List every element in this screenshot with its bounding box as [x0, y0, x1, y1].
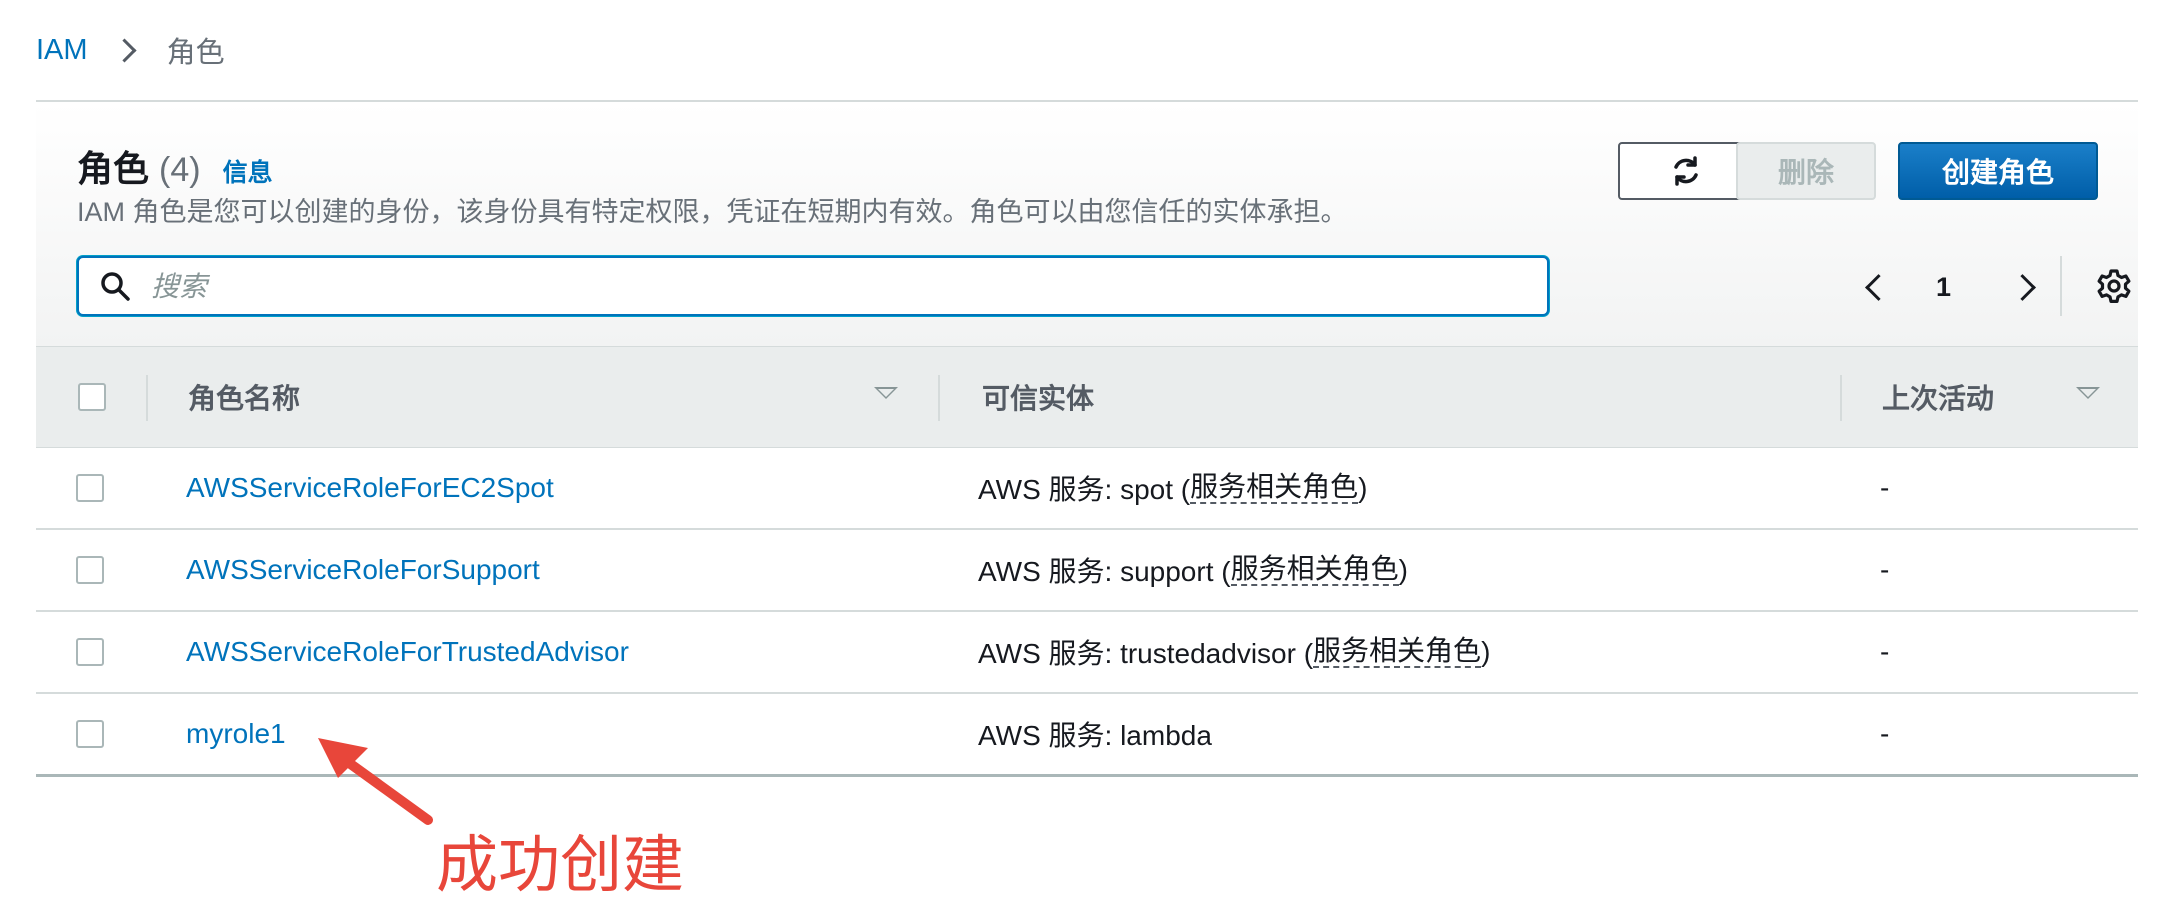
role-name-link[interactable]: myrole1 — [186, 718, 286, 750]
entity-text: AWS 服务: trustedadvisor ( — [978, 638, 1314, 669]
refresh-button[interactable] — [1618, 142, 1754, 200]
chevron-right-icon — [112, 37, 137, 63]
last-activity-cell: - — [1880, 472, 1890, 503]
panel-header: 角色 (4) 信息 IAM 角色是您可以创建的身份，该身份具有特定权限，凭证在短… — [36, 102, 2138, 346]
chevron-right-icon — [2008, 273, 2036, 301]
breadcrumb-iam-link[interactable]: IAM — [36, 34, 88, 67]
last-activity-cell: - — [1880, 636, 1890, 667]
entity-text: AWS 服务: support ( — [978, 556, 1231, 587]
column-header-last-activity[interactable]: 上次活动 — [1882, 347, 1994, 447]
delete-button[interactable]: 删除 — [1736, 142, 1876, 200]
role-name-cell: myrole1 — [186, 694, 286, 774]
breadcrumb-current: 角色 — [166, 37, 225, 69]
last-activity-cell: - — [1880, 718, 1890, 749]
trusted-entity-cell: AWS 服务: spot (服务相关角色) — [978, 448, 1367, 528]
settings-gear-icon[interactable] — [2096, 268, 2132, 304]
role-name-link[interactable]: AWSServiceRoleForEC2Spot — [186, 472, 554, 504]
row-checkbox[interactable] — [76, 638, 104, 666]
previous-page-button[interactable] — [1858, 270, 1898, 304]
select-all-checkbox[interactable] — [78, 383, 106, 411]
entity-text: AWS 服务: lambda — [978, 720, 1212, 751]
role-name-link[interactable]: AWSServiceRoleForSupport — [186, 554, 540, 586]
entity-suffix: ) — [1398, 554, 1408, 585]
table-header: 角色名称 可信实体 上次活动 — [36, 346, 2138, 449]
column-divider — [1840, 375, 1842, 421]
next-page-button[interactable] — [2002, 270, 2042, 304]
entity-text: AWS 服务: spot ( — [978, 474, 1191, 505]
entity-suffix: ) — [1481, 636, 1491, 667]
table-row: AWSServiceRoleForSupport AWS 服务: support… — [36, 530, 2138, 612]
roles-panel: 角色 (4) 信息 IAM 角色是您可以创建的身份，该身份具有特定权限，凭证在短… — [36, 100, 2138, 777]
column-header-trusted-entity: 可信实体 — [982, 383, 1095, 414]
pager-divider — [2060, 256, 2062, 316]
breadcrumb: IAM 角色 — [36, 28, 225, 72]
trusted-entity-cell: AWS 服务: trustedadvisor (服务相关角色) — [978, 612, 1490, 692]
info-link[interactable]: 信息 — [223, 153, 273, 189]
trusted-entity-cell: AWS 服务: lambda — [978, 694, 1212, 774]
current-page-number[interactable]: 1 — [1936, 272, 1951, 303]
last-activity-cell: - — [1880, 554, 1890, 585]
sort-caret-down-icon[interactable] — [2076, 387, 2100, 399]
search-input[interactable] — [149, 258, 1533, 316]
entity-suffix: ) — [1358, 472, 1368, 503]
service-linked-role-tag[interactable]: 服务相关角色 — [1190, 471, 1359, 505]
page-title: 角色 — [77, 148, 150, 189]
page-description: IAM 角色是您可以创建的身份，该身份具有特定权限，凭证在短期内有效。角色可以由… — [77, 197, 1348, 227]
row-checkbox[interactable] — [76, 474, 104, 502]
title-row: 角色 (4) 信息 — [77, 140, 273, 192]
role-name-cell: AWSServiceRoleForEC2Spot — [186, 448, 554, 528]
role-name-link[interactable]: AWSServiceRoleForTrustedAdvisor — [186, 636, 629, 668]
trusted-entity-cell: AWS 服务: support (服务相关角色) — [978, 530, 1408, 610]
sort-caret-down-icon[interactable] — [874, 387, 898, 399]
column-divider — [146, 375, 148, 421]
create-role-button[interactable]: 创建角色 — [1898, 142, 2098, 200]
column-header-role-name[interactable]: 角色名称 — [188, 347, 300, 447]
search-box — [77, 256, 1549, 316]
row-checkbox[interactable] — [76, 556, 104, 584]
role-name-cell: AWSServiceRoleForTrustedAdvisor — [186, 612, 629, 692]
refresh-icon — [1674, 156, 1698, 186]
chevron-left-icon — [1864, 273, 1892, 301]
row-checkbox[interactable] — [76, 720, 104, 748]
red-arrow-icon — [318, 738, 433, 825]
role-count: (4) — [159, 151, 201, 189]
table-row: AWSServiceRoleForEC2Spot AWS 服务: spot (服… — [36, 448, 2138, 530]
role-name-cell: AWSServiceRoleForSupport — [186, 530, 540, 610]
service-linked-role-tag[interactable]: 服务相关角色 — [1230, 553, 1399, 587]
table-row: AWSServiceRoleForTrustedAdvisor AWS 服务: … — [36, 612, 2138, 694]
service-linked-role-tag[interactable]: 服务相关角色 — [1313, 635, 1482, 669]
annotation-label: 成功创建 — [436, 828, 685, 901]
column-divider — [938, 375, 940, 421]
search-icon — [101, 272, 130, 301]
